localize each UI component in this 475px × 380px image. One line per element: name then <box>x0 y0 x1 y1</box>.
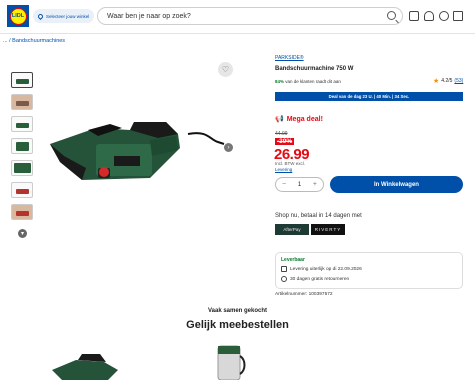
more-thumbnails-button[interactable]: ▾ <box>18 229 27 238</box>
search-icon[interactable] <box>387 11 396 20</box>
availability-status: Leverbaar <box>281 257 305 263</box>
breadcrumb[interactable]: ... / Bandschuurmachines <box>3 38 65 44</box>
return-icon <box>281 276 287 282</box>
vat-note: Incl. BTW excl. <box>275 161 306 166</box>
product-title: Bandschuurmachine 750 W <box>275 66 354 72</box>
discount-badge: -39% <box>275 138 295 145</box>
add-to-cart-button[interactable]: In Winkelwagen <box>330 176 463 193</box>
heart-icon: ♡ <box>221 65 230 74</box>
thumbnail[interactable] <box>11 160 33 176</box>
thumbnail[interactable] <box>11 204 33 220</box>
star-icon: ★ <box>433 78 440 85</box>
rating[interactable]: ★ 4.2/5 (53) <box>433 77 463 85</box>
related-product-vacuum-image[interactable] <box>210 342 250 380</box>
chevron-right-icon: › <box>227 144 230 151</box>
related-product-sander-image[interactable] <box>48 352 128 380</box>
thumbnail[interactable] <box>11 138 33 154</box>
select-store-button[interactable]: Selecteer jouw winkel <box>33 9 95 23</box>
afterpay-logo: AfterPay <box>275 224 309 235</box>
old-price: 44.99 <box>275 131 288 137</box>
catalog-icon[interactable] <box>409 11 419 21</box>
mega-deal-label: 📢 Mega deal! <box>275 115 323 124</box>
location-pin-icon <box>36 12 45 20</box>
riverty-logo: RIVERTY <box>311 224 345 235</box>
quantity-stepper[interactable]: −1 + <box>275 177 324 192</box>
delivery-row: Levering uiterlijk op di 22.09.2026 <box>281 266 362 272</box>
product-image <box>50 122 225 180</box>
search-input[interactable]: Waar ben je naar op zoek? <box>97 7 403 25</box>
brand-link[interactable]: PARKSIDE® <box>275 55 304 61</box>
next-image-button[interactable]: › <box>224 143 233 152</box>
account-icon[interactable] <box>439 11 449 21</box>
related-title: Gelijk meebestellen <box>186 319 289 331</box>
top-header: LIDL Selecteer jouw winkel Waar ben je n… <box>0 0 475 34</box>
thumbnail[interactable] <box>11 94 33 110</box>
thumbnail-list <box>11 72 33 226</box>
minus-icon[interactable]: − <box>282 181 286 188</box>
thumbnail[interactable] <box>11 72 33 88</box>
article-number: Artikelnummer: 100397572 <box>275 292 333 297</box>
plus-icon[interactable]: + <box>313 181 317 188</box>
return-row: 30 dagen gratis retourneren <box>281 276 349 282</box>
truck-icon <box>281 266 287 272</box>
delivery-link[interactable]: Levering <box>275 167 292 172</box>
deal-of-the-day-bar: Deal van de dag 23 U. | 40 Min. | 34 Sec… <box>275 92 463 101</box>
lidl-logo[interactable]: LIDL <box>7 5 29 27</box>
menu-icon[interactable] <box>453 11 463 21</box>
favorites-icon[interactable] <box>424 11 434 21</box>
related-subtitle: Vaak samen gekocht <box>207 308 268 314</box>
thumbnail[interactable] <box>11 182 33 198</box>
favorite-button[interactable]: ♡ <box>218 62 233 77</box>
pay-later-text: Shop nu, betaal in 14 dagen met <box>275 213 362 219</box>
recommendation-text: 84% van de klanten raadt dit aan <box>275 79 341 84</box>
megaphone-icon: 📢 <box>275 116 284 123</box>
thumbnail[interactable] <box>11 116 33 132</box>
